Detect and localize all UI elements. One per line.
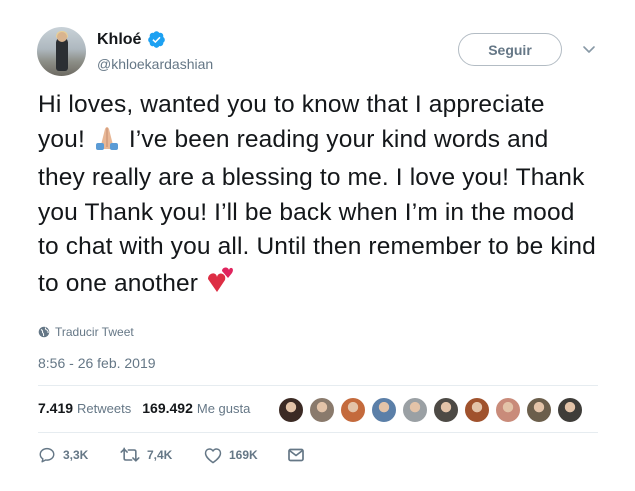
avatar[interactable] bbox=[37, 27, 86, 76]
avatar-figure bbox=[56, 37, 68, 71]
follow-button[interactable]: Seguir bbox=[458, 33, 562, 66]
tweet-actions: 3,3K 7,4K 169K bbox=[38, 446, 304, 464]
liker-avatar[interactable] bbox=[433, 397, 459, 423]
liker-avatar[interactable] bbox=[557, 397, 583, 423]
retweet-icon bbox=[120, 447, 140, 462]
tweet-text-part2: I’ve been reading your kind words and th… bbox=[38, 125, 596, 297]
tweet-stats: 7.419 Retweets 169.492 Me gusta bbox=[38, 400, 261, 416]
divider-bottom bbox=[38, 432, 598, 433]
liker-avatar[interactable] bbox=[309, 397, 335, 423]
chevron-down-icon[interactable] bbox=[581, 43, 597, 57]
author-name-row[interactable]: Khloé bbox=[97, 30, 166, 49]
liker-avatar[interactable] bbox=[340, 397, 366, 423]
two-hearts-emoji bbox=[205, 265, 237, 306]
divider-top bbox=[38, 385, 598, 386]
reply-icon bbox=[39, 447, 55, 463]
author-name[interactable]: Khloé bbox=[97, 31, 141, 49]
liker-avatars bbox=[278, 395, 588, 423]
liker-avatar[interactable] bbox=[526, 397, 552, 423]
liker-avatar[interactable] bbox=[402, 397, 428, 423]
folded-hands-emoji bbox=[92, 123, 122, 162]
like-count: 169K bbox=[229, 448, 258, 462]
retweets-label: Retweets bbox=[77, 401, 132, 416]
tweet-text: Hi loves, wanted you to know that I appr… bbox=[38, 88, 598, 305]
liker-avatar[interactable] bbox=[495, 397, 521, 423]
heart-icon bbox=[204, 447, 222, 463]
likes-label: Me gusta bbox=[196, 401, 251, 416]
envelope-icon bbox=[288, 448, 304, 462]
globe-icon bbox=[38, 326, 50, 338]
likes-stat[interactable]: 169.492 Me gusta bbox=[142, 400, 250, 416]
tweet-timestamp[interactable]: 8:56 - 26 feb. 2019 bbox=[38, 355, 156, 371]
translate-tweet-label[interactable]: Traducir Tweet bbox=[55, 325, 134, 339]
like-action[interactable]: 169K bbox=[204, 447, 288, 464]
verified-badge-icon bbox=[148, 31, 166, 48]
retweets-stat[interactable]: 7.419 Retweets bbox=[38, 400, 131, 416]
retweets-count: 7.419 bbox=[38, 400, 74, 416]
retweet-action[interactable]: 7,4K bbox=[120, 446, 204, 464]
avatar-head bbox=[57, 32, 67, 42]
direct-message-action[interactable] bbox=[288, 448, 304, 462]
translate-tweet-link[interactable]: Traducir Tweet bbox=[38, 325, 134, 339]
liker-avatar[interactable] bbox=[278, 397, 304, 423]
liker-avatar[interactable] bbox=[371, 397, 397, 423]
retweet-count: 7,4K bbox=[147, 448, 173, 462]
liker-avatar[interactable] bbox=[464, 397, 490, 423]
author-handle[interactable]: @khloekardashian bbox=[97, 56, 213, 72]
reply-count: 3,3K bbox=[63, 448, 89, 462]
reply-action[interactable]: 3,3K bbox=[38, 446, 120, 464]
likes-count: 169.492 bbox=[142, 400, 193, 416]
